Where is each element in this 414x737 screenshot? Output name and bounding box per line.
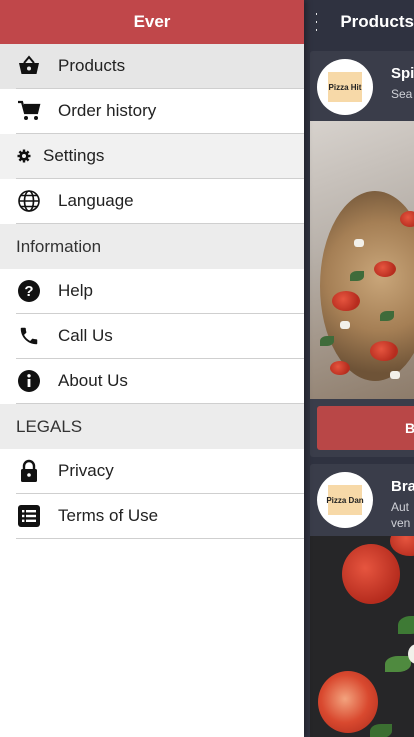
products-page: Products Pizza Hit Spi Sea B Pizza Dan B… [304, 0, 414, 737]
product-image [310, 121, 414, 399]
menu-item-terms-of-use[interactable]: Terms of Use [16, 494, 304, 539]
product-image [310, 536, 414, 737]
menu-row[interactable]: Privacy [0, 449, 304, 494]
menu-item-label: Privacy [58, 461, 114, 480]
product-card[interactable]: Pizza Hit Spi Sea B [310, 51, 414, 457]
help-circle-icon: ? [16, 278, 42, 304]
product-title: Bra [391, 478, 414, 495]
product-card[interactable]: Pizza Dan Bra Aut ven [310, 464, 414, 737]
product-subtitle: Aut ven [391, 500, 411, 530]
side-drawer: Ever Products Order history Settings Lan… [0, 0, 304, 737]
cart-icon [16, 98, 42, 124]
drawer-header: Ever [0, 0, 304, 44]
menu-row[interactable]: Terms of Use [0, 494, 304, 539]
menu-item-label: Call Us [58, 326, 113, 345]
info-circle-icon [16, 368, 42, 394]
product-subtitle: Sea [391, 87, 413, 101]
gear-icon [16, 143, 32, 169]
menu-row[interactable]: ? Help [0, 269, 304, 314]
menu-row[interactable]: About Us [0, 359, 304, 404]
lock-icon [16, 458, 42, 484]
globe-icon [16, 188, 42, 214]
app-title: Products [340, 12, 414, 31]
section-header-information: Information [0, 224, 304, 269]
app-bar: Products [304, 0, 414, 44]
menu-item-label: Order history [58, 101, 157, 120]
menu-row[interactable]: Order history [0, 89, 304, 134]
menu-item-help[interactable]: ? Help [16, 269, 304, 314]
buy-button[interactable]: B [317, 406, 414, 450]
section-header-legals: LEGALS [0, 404, 304, 449]
menu-item-label: Products [58, 56, 126, 75]
menu-row[interactable]: Language [0, 179, 304, 224]
menu-item-language[interactable]: Language [16, 179, 304, 224]
logo-text: Pizza Hit [328, 72, 362, 102]
menu-item-about-us[interactable]: About Us [16, 359, 304, 404]
menu-row[interactable]: Settings [0, 134, 304, 179]
menu-row[interactable]: Call Us [0, 314, 304, 359]
logo-text: Pizza Dan [326, 485, 364, 515]
basket-icon [16, 53, 42, 79]
menu-item-label: Help [58, 281, 93, 300]
card-header: Pizza Dan Bra Aut ven [310, 464, 414, 534]
menu-item-products[interactable]: Products [16, 44, 304, 89]
card-header: Pizza Hit Spi Sea [310, 51, 414, 121]
merchant-logo: Pizza Dan [317, 472, 373, 528]
svg-text:?: ? [24, 283, 33, 300]
menu-item-call-us[interactable]: Call Us [16, 314, 304, 359]
menu-item-privacy[interactable]: Privacy [16, 449, 304, 494]
menu-item-label: Settings [43, 146, 105, 165]
brand-name: Ever [133, 12, 171, 31]
screen: Products Pizza Hit Spi Sea B Pizza Dan B… [0, 0, 414, 737]
menu-item-order-history[interactable]: Order history [16, 89, 304, 134]
phone-icon [16, 323, 42, 349]
menu-row[interactable]: Products [0, 44, 304, 89]
menu-item-label: Terms of Use [58, 506, 159, 525]
merchant-logo: Pizza Hit [317, 59, 373, 115]
product-title: Spi [391, 65, 414, 82]
menu-item-settings[interactable]: Settings [16, 134, 304, 179]
list-icon [16, 503, 42, 529]
menu-item-label: Language [58, 191, 134, 210]
menu-item-label: About Us [58, 371, 128, 390]
